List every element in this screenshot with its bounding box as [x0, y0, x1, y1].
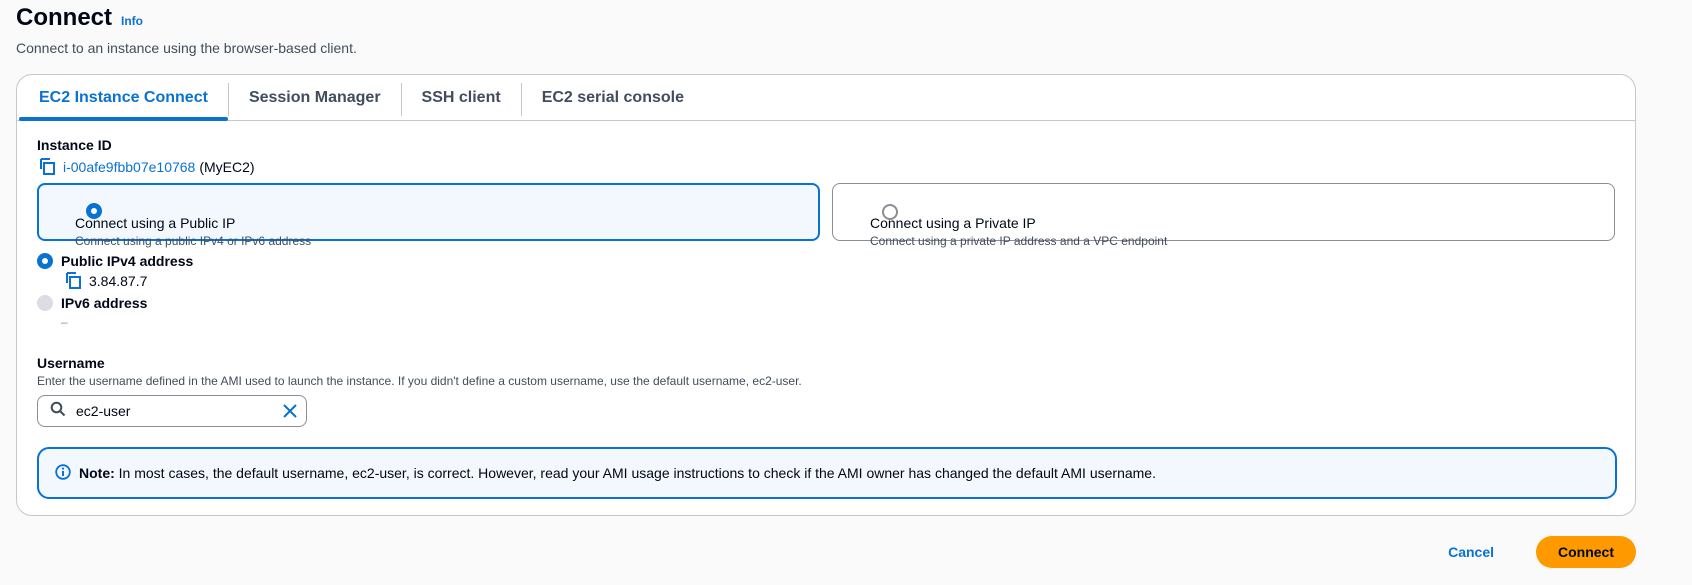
info-alert: Note: In most cases, the default usernam…	[37, 447, 1617, 499]
ipv4-value-row: 3.84.87.7	[63, 271, 1615, 291]
tab-ssh-client[interactable]: SSH client	[402, 75, 521, 120]
tab-bar: EC2 Instance Connect Session Manager SSH…	[17, 75, 1635, 121]
username-label: Username	[37, 355, 105, 371]
ipv6-label: IPv6 address	[61, 295, 148, 311]
alert-prefix: Note:	[79, 465, 115, 481]
connect-button[interactable]: Connect	[1536, 536, 1636, 568]
private-ip-title: Connect using a Private IP	[870, 215, 1036, 231]
page-title: Connect	[16, 4, 112, 31]
instance-name: (MyEC2)	[199, 159, 255, 175]
username-input-wrapper	[37, 395, 307, 427]
connect-page: Connect Info Connect to an instance usin…	[0, 0, 1692, 585]
connection-type-tiles: Connect using a Public IP Connect using …	[37, 183, 1615, 248]
ipv4-label: Public IPv4 address	[61, 253, 194, 269]
title-row: Connect Info	[16, 4, 357, 32]
public-ip-description: Connect using a public IPv4 or IPv6 addr…	[75, 234, 312, 248]
public-ip-tile[interactable]: Connect using a Public IP Connect using …	[37, 183, 820, 248]
public-ip-title: Connect using a Public IP	[75, 215, 236, 231]
username-field: Username Enter the username defined in t…	[37, 355, 1615, 427]
copy-icon[interactable]	[37, 157, 57, 177]
tab-panel: Instance ID i-00afe9fbb07e10768 (MyEC2) …	[37, 137, 1617, 499]
instance-id-row: i-00afe9fbb07e10768 (MyEC2)	[37, 157, 1615, 177]
page-header: Connect Info Connect to an instance usin…	[16, 4, 357, 56]
username-input[interactable]	[74, 402, 274, 420]
tab-session-manager[interactable]: Session Manager	[229, 75, 401, 120]
ipv4-option[interactable]: Public IPv4 address	[37, 253, 1615, 269]
alert-message: Note: In most cases, the default usernam…	[79, 465, 1156, 481]
ipv6-radio	[37, 295, 53, 311]
copy-icon[interactable]	[63, 271, 83, 291]
username-description: Enter the username defined in the AMI us…	[37, 374, 802, 388]
private-ip-tile[interactable]: Connect using a Private IP Connect using…	[832, 183, 1615, 248]
alert-text: In most cases, the default username, ec2…	[114, 465, 1156, 481]
ipv6-option: IPv6 address	[37, 295, 1615, 311]
private-ip-description: Connect using a private IP address and a…	[870, 234, 1168, 248]
footer-actions: Cancel Connect	[1434, 536, 1636, 568]
info-link[interactable]: Info	[121, 14, 143, 28]
ipv4-radio[interactable]	[37, 253, 53, 269]
ipv4-value: 3.84.87.7	[89, 273, 148, 289]
ipv6-value: –	[61, 315, 68, 329]
instance-id-link[interactable]: i-00afe9fbb07e10768	[63, 159, 195, 175]
cancel-button[interactable]: Cancel	[1434, 538, 1508, 566]
clear-icon[interactable]	[282, 403, 298, 419]
connect-card: EC2 Instance Connect Session Manager SSH…	[16, 74, 1636, 516]
private-ip-radio[interactable]	[882, 204, 898, 220]
ip-address-options: Public IPv4 address 3.84.87.7 IPv6 addre…	[37, 253, 1615, 337]
public-ip-radio[interactable]	[86, 203, 102, 219]
page-subtitle: Connect to an instance using the browser…	[16, 40, 357, 56]
search-icon	[50, 401, 66, 422]
info-icon	[55, 463, 71, 483]
instance-id-label: Instance ID	[37, 137, 112, 153]
tab-ec2-serial-console[interactable]: EC2 serial console	[522, 75, 704, 120]
tab-ec2-instance-connect[interactable]: EC2 Instance Connect	[19, 75, 228, 121]
